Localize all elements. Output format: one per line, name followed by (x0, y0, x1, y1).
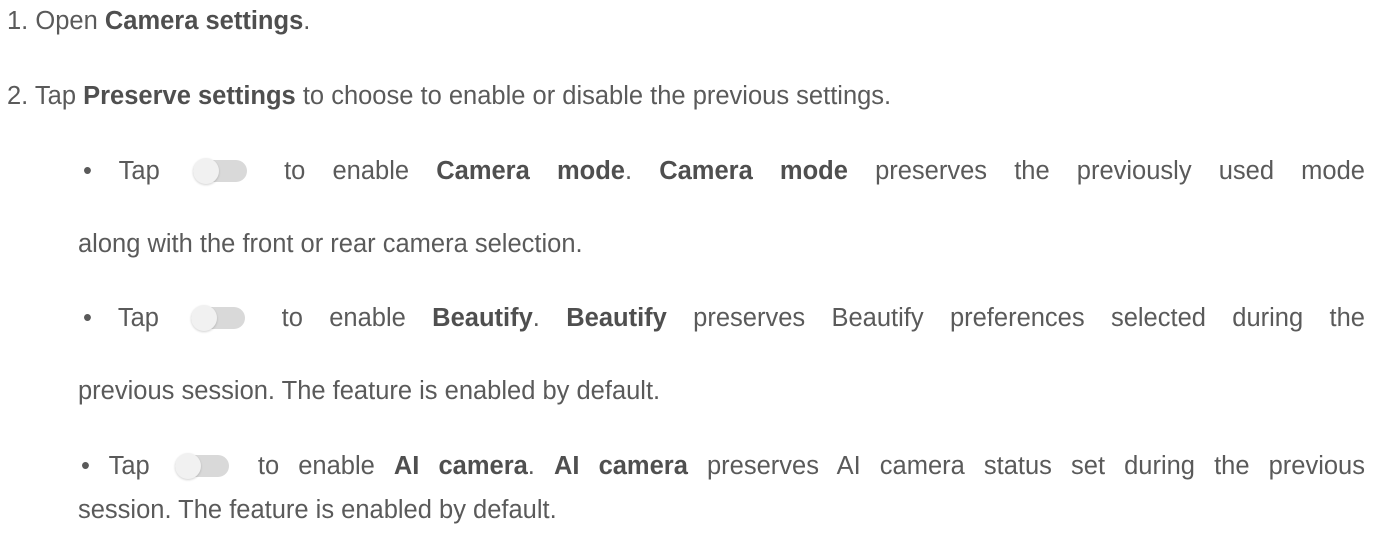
beautify-term: Beautify (566, 304, 667, 332)
step-text: Open (35, 7, 98, 35)
bullet-beautify-line1: • Tap to enable Beautify. Beautify prese… (83, 303, 1365, 333)
toggle-knob (192, 158, 219, 184)
toggle-switch-ai-camera[interactable] (174, 453, 229, 479)
bullet-marker: • (83, 304, 92, 332)
bullet-text: Tap (108, 452, 150, 480)
bullet-punct: . (624, 157, 633, 185)
bullet-text: preserves AI camera status set during th… (706, 452, 1365, 480)
beautify-term: Beautify (432, 304, 533, 332)
toggle-knob (174, 453, 201, 479)
bullet-marker: • (81, 452, 90, 480)
camera-mode-term: Camera mode (659, 157, 848, 185)
bullet-text: previous session. The feature is enabled… (78, 377, 661, 405)
bullet-text: to enable (257, 452, 375, 480)
bullet-ai-camera-line1: • Tap to enable AI camera. AI camera pre… (81, 451, 1365, 481)
preserve-settings-term: Preserve settings (83, 82, 296, 110)
bullet-beautify-line2: previous session. The feature is enabled… (78, 376, 660, 406)
bullet-marker: • (83, 157, 92, 185)
step-2: 2. Tap Preserve settings to choose to en… (7, 81, 891, 111)
bullet-ai-camera-line2: session. The feature is enabled by defau… (78, 495, 557, 525)
bullet-text: Tap (118, 157, 160, 185)
bullet-camera-mode-line1: • Tap to enable Camera mode. Camera mode… (83, 156, 1365, 186)
bullet-text: preserves Beautify preferences selected … (693, 304, 1365, 332)
step-text: Tap (34, 82, 77, 110)
ai-camera-term: AI camera (393, 452, 528, 480)
bullet-text: to enable (281, 304, 406, 332)
toggle-knob (191, 305, 218, 331)
bullet-text: to enable (284, 157, 410, 185)
toggle-switch-beautify[interactable] (191, 305, 246, 331)
step-text: to choose to enable or disable the previ… (302, 82, 892, 110)
bullet-punct: . (532, 304, 540, 332)
step-number: 1. (7, 7, 29, 35)
bullet-punct: . (527, 452, 535, 480)
bullet-text: session. The feature is enabled by defau… (78, 496, 557, 524)
bullet-camera-mode-line2: along with the front or rear camera sele… (78, 229, 583, 259)
step-1: 1. Open Camera settings. (7, 6, 310, 36)
bullet-text: preserves the previously used mode (875, 157, 1365, 185)
step-number: 2. (7, 82, 29, 110)
bullet-text: along with the front or rear camera sele… (78, 230, 583, 258)
bullet-text: Tap (117, 304, 159, 332)
step-punct: . (303, 7, 311, 35)
camera-settings-term: Camera settings (104, 7, 304, 35)
camera-mode-term: Camera mode (436, 157, 625, 185)
ai-camera-term: AI camera (553, 452, 688, 480)
toggle-switch-camera-mode[interactable] (192, 158, 247, 184)
